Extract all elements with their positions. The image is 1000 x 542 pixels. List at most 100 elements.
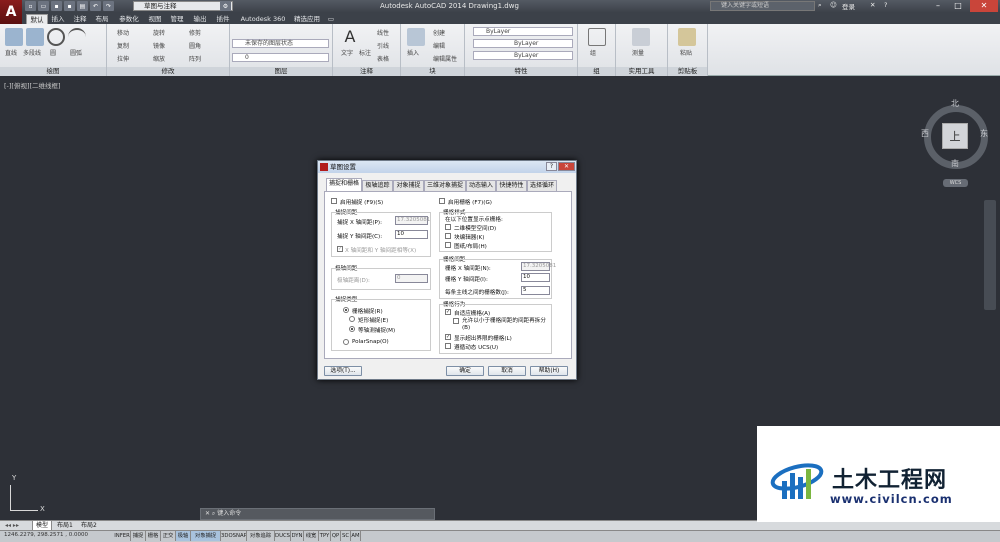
tab-object-snap[interactable]: 对象捕捉	[393, 180, 424, 191]
tab-quick-properties[interactable]: 快捷特性	[496, 180, 527, 191]
panel-layer-label[interactable]: 图层	[230, 67, 332, 76]
linear-tool[interactable]: 线性	[377, 28, 389, 37]
search-icon[interactable]: ⌕	[818, 1, 822, 10]
status-osnap[interactable]: 对象捕捉	[191, 531, 221, 541]
tab-3d-object-snap[interactable]: 三维对象捕捉	[424, 180, 466, 191]
exchange-icon[interactable]: ✕	[870, 1, 875, 9]
linetype-dropdown[interactable]: ByLayer	[473, 51, 573, 60]
panel-clipboard-label[interactable]: 剪贴板	[668, 67, 707, 76]
login-link[interactable]: 登录	[842, 1, 855, 11]
navigation-bar[interactable]	[984, 200, 996, 310]
iso-snap-radio[interactable]	[349, 326, 355, 332]
status-snap[interactable]: 捕捉	[131, 531, 146, 541]
status-lineweight[interactable]: 线宽	[304, 531, 319, 541]
user-icon[interactable]: ☺	[830, 1, 837, 9]
create-block-tool[interactable]: 创建	[433, 28, 445, 37]
settings-gear-icon[interactable]: ⚙	[220, 1, 231, 11]
circle-icon[interactable]	[47, 28, 65, 46]
snap-x-input[interactable]: 17.3205081	[395, 216, 430, 225]
polar-distance-input[interactable]: 0	[395, 274, 428, 283]
minimize-button[interactable]: –	[930, 0, 946, 12]
tab-manage[interactable]: 管理	[168, 14, 186, 24]
move-tool[interactable]: 移动	[117, 28, 129, 37]
measure-icon[interactable]	[632, 28, 650, 46]
maximize-button[interactable]: □	[950, 0, 966, 12]
beyond-limits-checkbox[interactable]: ✓	[445, 334, 451, 340]
lineweight-dropdown[interactable]: ByLayer	[473, 39, 573, 48]
wcs-menu[interactable]: WCS	[943, 179, 968, 187]
major-line-input[interactable]: 5	[521, 286, 550, 295]
text-icon[interactable]: A	[341, 28, 359, 46]
style-block-checkbox[interactable]	[445, 233, 451, 239]
fillet-tool[interactable]: 圆角	[189, 41, 201, 50]
edit-attributes-tool[interactable]: 编辑属性	[433, 54, 457, 63]
workspace-dropdown[interactable]: 草图与注释	[133, 1, 233, 11]
panel-annotation-label[interactable]: 注释	[333, 67, 400, 76]
tab-annotate[interactable]: 注释	[71, 14, 89, 24]
command-close-icon[interactable]: ✕ ⌕	[205, 510, 217, 517]
help-button[interactable]: 帮助(H)	[530, 366, 568, 376]
status-sc[interactable]: SC	[341, 531, 351, 541]
help-icon[interactable]: ?	[884, 1, 887, 9]
grid-on-checkbox[interactable]	[439, 198, 445, 204]
status-tpy[interactable]: TPY	[319, 531, 331, 541]
autocad-logo-button[interactable]: A	[0, 0, 22, 24]
coordinates-readout[interactable]: 1246.2279, 298.2571 , 0.0000	[4, 532, 88, 538]
trim-tool[interactable]: 修剪	[189, 28, 201, 37]
snap-y-input[interactable]: 10	[395, 230, 428, 239]
scale-tool[interactable]: 缩放	[153, 54, 165, 63]
viewcube-north[interactable]: 北	[951, 98, 959, 109]
insert-block-icon[interactable]	[407, 28, 425, 46]
panel-block-label[interactable]: 块	[401, 67, 464, 76]
tab-featured-apps[interactable]: 精选应用	[292, 14, 322, 24]
tab-parametric[interactable]: 参数化	[116, 14, 142, 24]
ok-button[interactable]: 确定	[446, 366, 484, 376]
status-dyn[interactable]: DYN	[291, 531, 304, 541]
tab-insert[interactable]: 插入	[49, 14, 67, 24]
tab-layout[interactable]: 布局	[93, 14, 111, 24]
color-dropdown[interactable]: ByLayer	[473, 27, 573, 36]
tab-selection-cycling[interactable]: 选择循环	[527, 180, 557, 191]
redo-icon[interactable]: ↷	[103, 1, 114, 11]
tab-view[interactable]: 视图	[146, 14, 164, 24]
snap-on-checkbox[interactable]	[331, 198, 337, 204]
dialog-help-icon[interactable]: ?	[546, 162, 557, 171]
open-icon[interactable]: ▭	[38, 1, 49, 11]
group-icon[interactable]	[588, 28, 606, 46]
grid-x-input[interactable]: 17.3205081	[521, 262, 556, 271]
grid-y-input[interactable]: 10	[521, 273, 550, 282]
print-icon[interactable]: ▤	[77, 1, 88, 11]
status-grid[interactable]: 栅格	[146, 531, 161, 541]
layer-state-dropdown[interactable]: 未保存的图层状态	[232, 39, 329, 48]
undo-icon[interactable]: ↶	[90, 1, 101, 11]
equal-xy-checkbox[interactable]: ✓	[337, 246, 343, 252]
status-otrack[interactable]: 对象追踪	[247, 531, 275, 541]
panel-utilities-label[interactable]: 实用工具	[616, 67, 667, 76]
panel-group-label[interactable]: 组	[578, 67, 615, 76]
tab-snap-and-grid[interactable]: 捕捉和栅格	[326, 178, 362, 191]
line-icon[interactable]	[5, 28, 23, 46]
style-2d-checkbox[interactable]	[445, 224, 451, 230]
viewcube-south[interactable]: 南	[951, 158, 959, 169]
tab-output[interactable]: 输出	[191, 14, 209, 24]
copy-tool[interactable]: 复制	[117, 41, 129, 50]
follow-ucs-checkbox[interactable]	[445, 343, 451, 349]
status-ortho[interactable]: 正交	[161, 531, 176, 541]
options-button[interactable]: 选项(T)...	[324, 366, 362, 376]
close-button[interactable]: ✕	[970, 0, 998, 12]
status-am[interactable]: AM	[351, 531, 361, 541]
cancel-button[interactable]: 取消	[488, 366, 526, 376]
save-icon[interactable]: ▪	[51, 1, 62, 11]
tab-autodesk-360[interactable]: Autodesk 360	[237, 14, 289, 24]
tab-dynamic-input[interactable]: 动态输入	[466, 180, 496, 191]
edit-block-tool[interactable]: 编辑	[433, 41, 445, 50]
saveas-icon[interactable]: ▪	[64, 1, 75, 11]
style-sheet-checkbox[interactable]	[445, 242, 451, 248]
arc-icon[interactable]	[68, 28, 86, 46]
tab-polar-tracking[interactable]: 极轴追踪	[362, 180, 393, 191]
polar-snap-radio[interactable]	[343, 339, 349, 345]
polyline-icon[interactable]	[26, 28, 44, 46]
array-tool[interactable]: 阵列	[189, 54, 201, 63]
ribbon-minimize-icon[interactable]: ▭	[325, 14, 337, 24]
status-ducs[interactable]: DUCS	[275, 531, 291, 541]
